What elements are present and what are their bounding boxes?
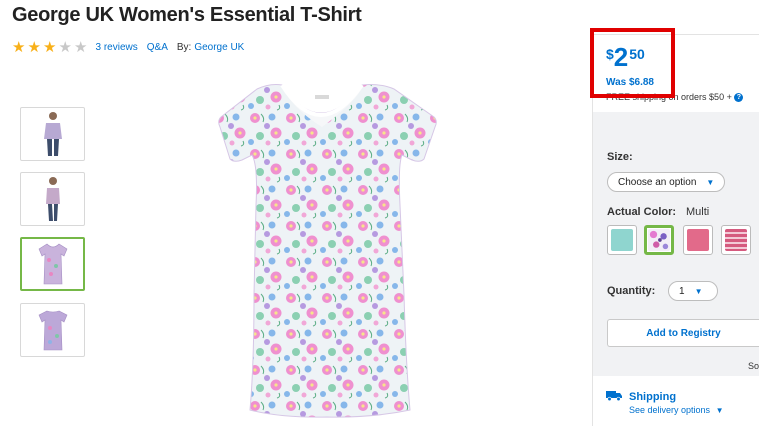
swatch-multi[interactable] (644, 225, 674, 255)
tshirt-back-icon (38, 310, 67, 351)
quantity-select[interactable]: 1 ▼ (668, 281, 718, 301)
quantity-label: Quantity: (607, 285, 656, 297)
model-front-icon (43, 112, 62, 156)
sold-by-text: Sol (748, 361, 759, 371)
star-icon: ★ (27, 38, 41, 56)
truck-icon (606, 391, 622, 401)
info-icon[interactable]: ? (734, 93, 744, 103)
model-side-icon (45, 177, 60, 221)
chevron-down-icon: ▼ (715, 406, 724, 415)
size-select-value: Choose an option (618, 176, 697, 188)
swatch-aqua[interactable] (607, 225, 637, 255)
tshirt-front-icon (38, 243, 67, 285)
chevron-down-icon: ▼ (694, 286, 703, 296)
floral-swatch-icon (648, 229, 670, 251)
add-to-registry-button[interactable]: Add to Registry (607, 319, 759, 347)
thumbnail-model-front[interactable] (20, 107, 85, 161)
delivery-options-text: See delivery options (629, 405, 711, 415)
delivery-options-link[interactable]: See delivery options ▼ (629, 405, 724, 415)
size-label: Size: (607, 151, 633, 163)
main-product-image[interactable] (212, 75, 442, 420)
shipping-title: Shipping (629, 391, 677, 403)
quantity-value: 1 (679, 285, 685, 297)
qa-link[interactable]: Q&A (147, 42, 168, 53)
swatch-pink-stripe[interactable] (721, 225, 751, 255)
star-rating[interactable]: ★ ★ ★ ★ ★ (12, 40, 90, 55)
rating-row: ★ ★ ★ ★ ★ 3 reviews Q&A By: George UK (12, 39, 253, 55)
swatch-aqua-fill (611, 229, 633, 251)
star-empty-icon: ★ (58, 38, 72, 56)
brand-link[interactable]: George UK (194, 42, 244, 53)
thumbnail-shirt-front[interactable] (20, 237, 85, 291)
price-cents: 50 (629, 46, 645, 62)
thumbnail-model-side[interactable] (20, 172, 85, 226)
price-dollars: 2 (613, 42, 629, 72)
was-price: Was $6.88 (606, 77, 654, 88)
size-select[interactable]: Choose an option ▼ (607, 172, 725, 192)
color-label: Actual Color: (607, 206, 677, 218)
swatch-pink[interactable] (683, 225, 713, 255)
product-title: George UK Women's Essential T-Shirt (12, 4, 362, 26)
color-value: Multi (686, 206, 710, 218)
reviews-link[interactable]: 3 reviews (96, 42, 138, 53)
by-label: By: (176, 41, 192, 53)
thumbnail-shirt-back[interactable] (20, 303, 85, 357)
star-icon: ★ (43, 38, 57, 56)
price-currency: $ (606, 46, 614, 62)
floral-tshirt-image (218, 83, 437, 418)
swatch-pink-fill (687, 229, 709, 251)
chevron-down-icon: ▼ (706, 177, 715, 187)
current-price: $250 (606, 44, 645, 71)
star-empty-icon: ★ (74, 38, 88, 56)
star-icon: ★ (12, 38, 26, 56)
swatch-stripe-fill (725, 229, 747, 251)
